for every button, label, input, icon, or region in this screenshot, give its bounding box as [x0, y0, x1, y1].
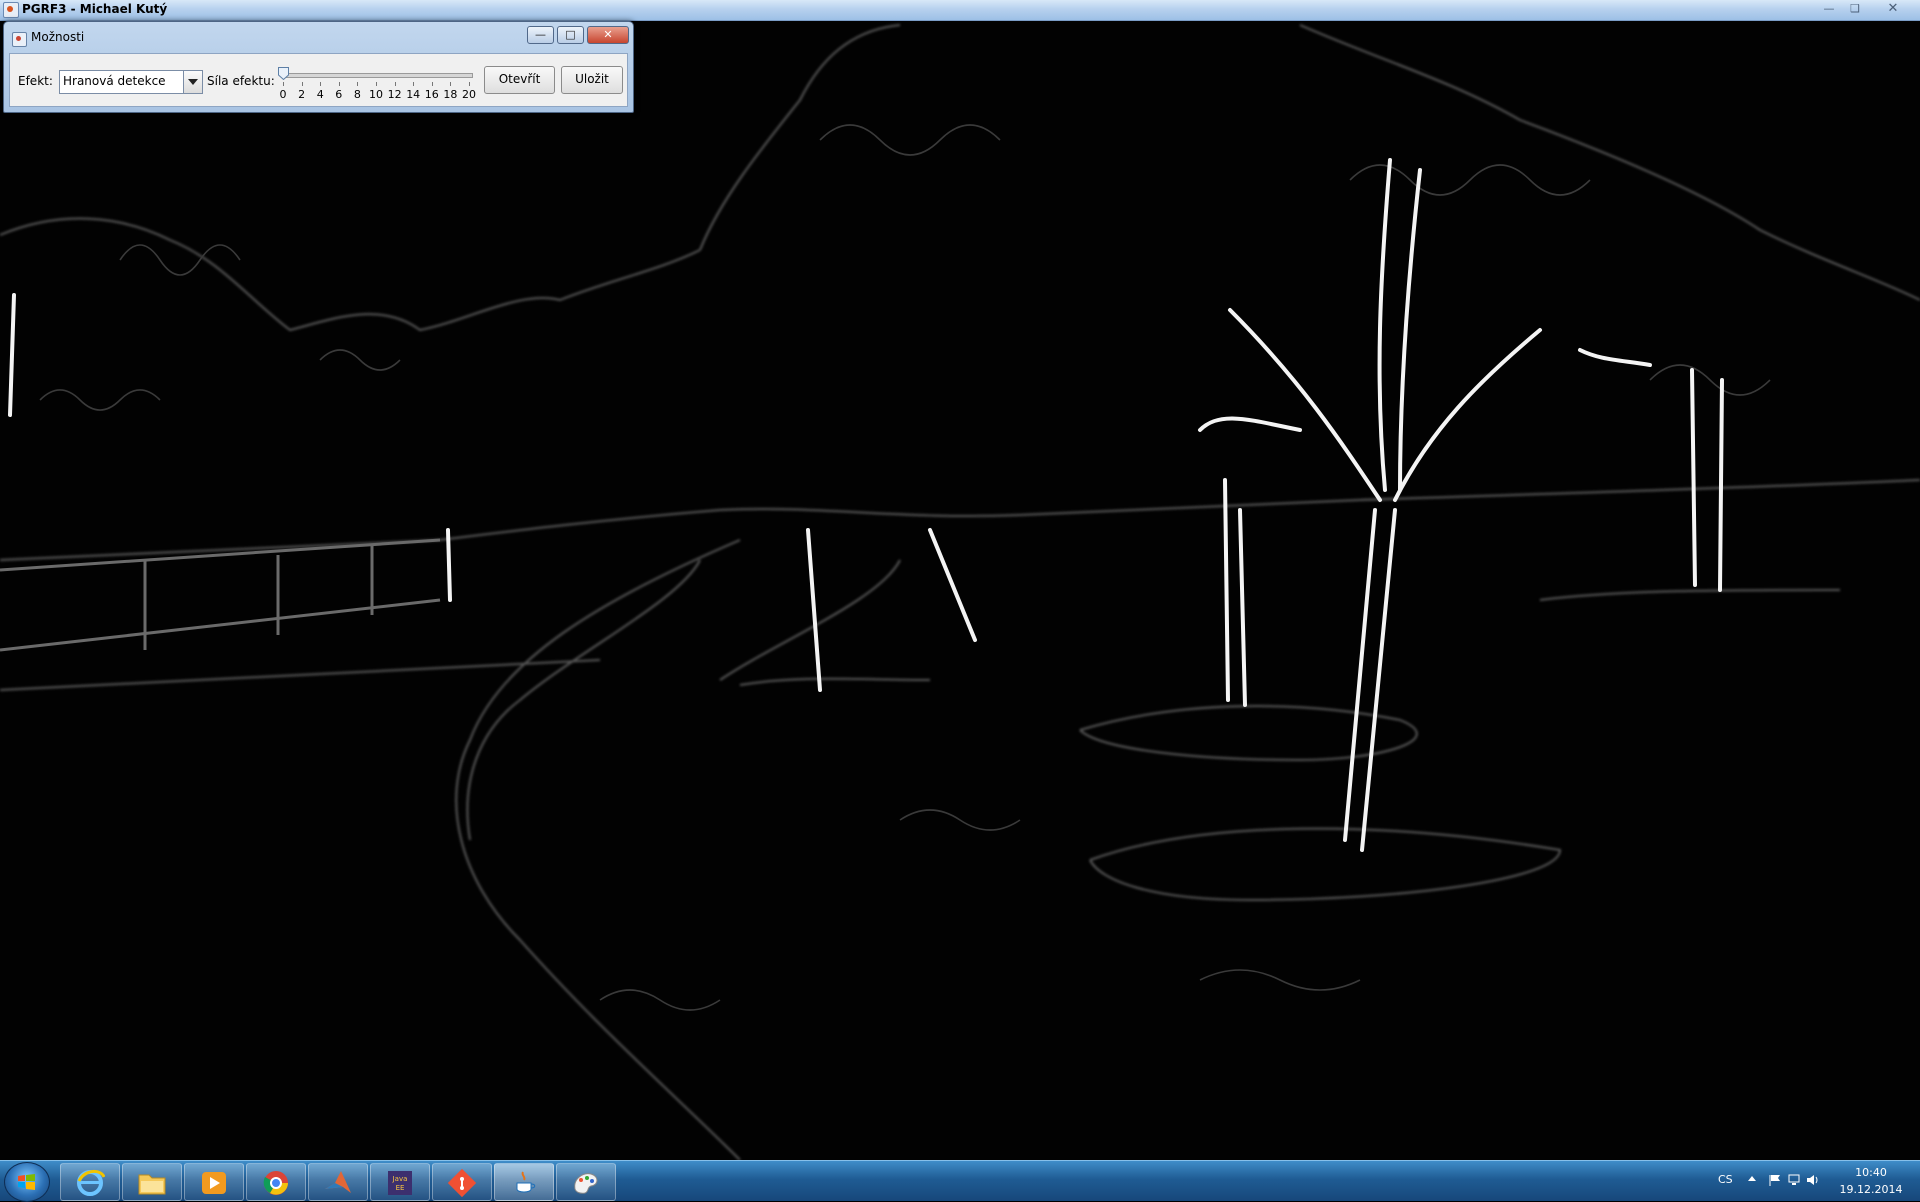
options-dialog: Možnosti — □ ✕ Efekt: Hranová detekce Sí…: [3, 21, 634, 113]
clock-date[interactable]: 19.12.2014: [1838, 1183, 1904, 1196]
slider-tick: [320, 82, 322, 86]
chevron-down-icon[interactable]: [183, 71, 202, 93]
volume-icon[interactable]: [1806, 1174, 1819, 1186]
chrome-icon[interactable]: [246, 1163, 306, 1201]
slider-tick: [431, 82, 433, 86]
git-icon[interactable]: [432, 1163, 492, 1201]
edge-detection-canvas: [0, 21, 1920, 1160]
slider-track[interactable]: [282, 73, 473, 78]
strength-slider[interactable]: 0 2 4 6 8 10 12 14 16 18 20: [278, 56, 488, 104]
slider-tick-label: 8: [353, 88, 361, 101]
file-explorer-icon[interactable]: [122, 1163, 182, 1201]
slider-tick-label: 6: [335, 88, 343, 101]
eclipse-java-ee-icon[interactable]: Java EE: [370, 1163, 430, 1201]
slider-tick-label: 0: [279, 88, 287, 101]
dialog-minimize-button[interactable]: —: [527, 26, 554, 44]
taskbar: Java EE CS 10:40 19.12.2014: [0, 1160, 1920, 1202]
internet-explorer-icon[interactable]: [60, 1163, 120, 1201]
clock-time[interactable]: 10:40: [1844, 1166, 1898, 1179]
slider-tick: [394, 82, 396, 86]
java-app-icon: [3, 2, 19, 18]
slider-tick-label: 2: [298, 88, 306, 101]
language-indicator[interactable]: CS: [1718, 1173, 1733, 1186]
main-window-titlebar: PGRF3 - Michael Kutý — ❑ ✕: [0, 0, 1920, 21]
save-button[interactable]: Uložit: [561, 66, 623, 94]
dialog-close-button[interactable]: ✕: [587, 26, 629, 44]
dialog-maximize-button[interactable]: □: [557, 26, 584, 44]
action-center-flag-icon[interactable]: [1768, 1174, 1781, 1186]
slider-tick: [301, 82, 303, 86]
slider-tick: [376, 82, 377, 86]
system-tray: CS 10:40 19.12.2014: [1660, 1161, 1920, 1201]
svg-text:Java: Java: [392, 1175, 408, 1183]
effect-dropdown[interactable]: Hranová detekce: [59, 70, 203, 94]
paint-icon[interactable]: [556, 1163, 616, 1201]
slider-tick: [413, 82, 415, 86]
window-title: PGRF3 - Michael Kutý: [22, 2, 168, 16]
slider-thumb[interactable]: [278, 67, 289, 80]
slider-tick: [450, 82, 452, 86]
minimize-button[interactable]: —: [1816, 1, 1842, 17]
slider-tick-label: 18: [443, 88, 458, 101]
slider-tick: [357, 82, 359, 86]
strength-label: Síla efektu:: [207, 74, 275, 88]
java-app-icon: [12, 32, 27, 47]
dialog-content: Efekt: Hranová detekce Síla efektu: 0246…: [9, 53, 628, 107]
slider-tick-label: 20: [462, 88, 476, 101]
slider-tick-label: 12: [387, 88, 402, 101]
effect-label: Efekt:: [18, 74, 53, 88]
matlab-icon[interactable]: [308, 1163, 368, 1201]
maximize-button[interactable]: ❑: [1842, 1, 1868, 17]
slider-tick-label: 4: [316, 88, 324, 101]
open-button[interactable]: Otevřít: [484, 66, 555, 94]
slider-tick-label: 14: [406, 88, 421, 101]
java-app-icon[interactable]: [494, 1163, 554, 1201]
effect-selected-value: Hranová detekce: [63, 74, 166, 88]
network-icon[interactable]: [1788, 1174, 1801, 1186]
slider-tick-label: 10: [369, 88, 383, 101]
slider-tick: [469, 82, 470, 86]
windows-logo-icon: [18, 1174, 35, 1190]
media-player-icon[interactable]: [184, 1163, 244, 1201]
svg-text:EE: EE: [396, 1184, 405, 1192]
slider-tick: [283, 82, 284, 86]
slider-tick: [338, 82, 340, 86]
show-hidden-icons-icon[interactable]: [1748, 1176, 1756, 1181]
slider-tick-label: 16: [424, 88, 439, 101]
dialog-title: Možnosti: [31, 30, 85, 44]
start-button[interactable]: [4, 1162, 50, 1202]
close-button[interactable]: ✕: [1880, 1, 1906, 17]
